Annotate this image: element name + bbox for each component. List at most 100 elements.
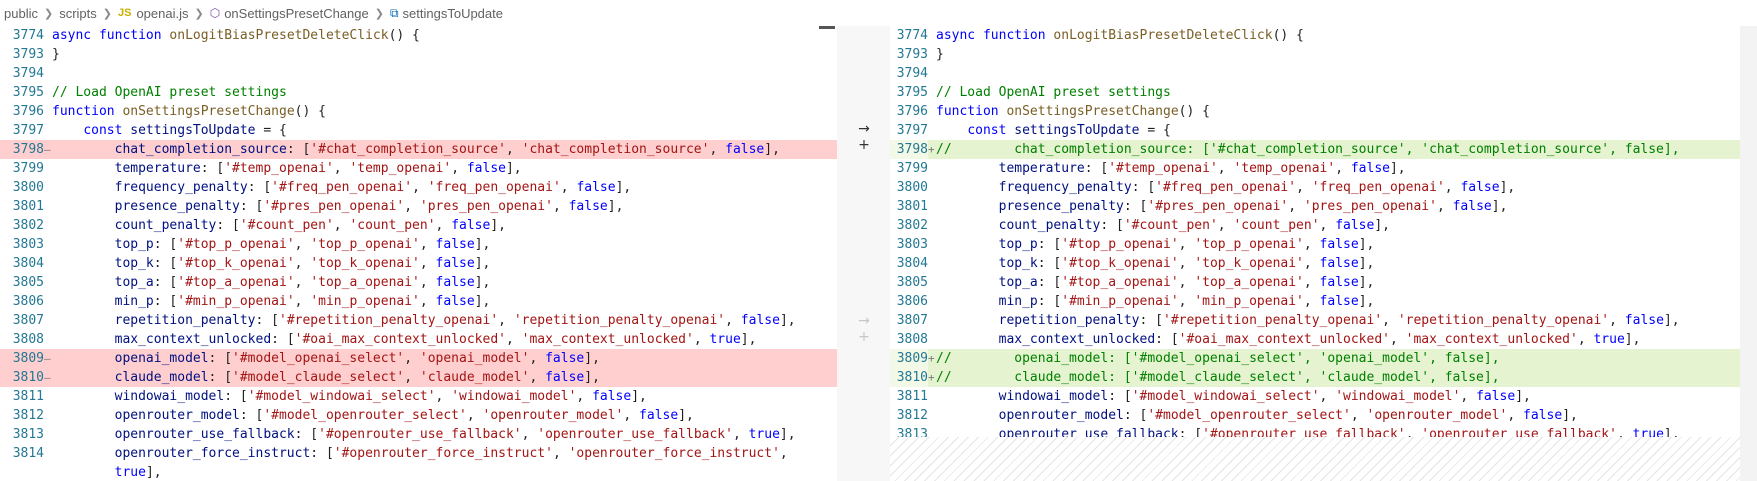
code-line[interactable]: true], xyxy=(0,463,837,481)
code-line[interactable]: 3801 presence_penalty: ['#pres_pen_opena… xyxy=(890,197,1757,216)
code-line[interactable]: 3802 count_penalty: ['#count_pen', 'coun… xyxy=(890,216,1757,235)
line-number: 3798 xyxy=(890,140,928,159)
code-line[interactable]: 3794 xyxy=(0,64,837,83)
code-text: const settingsToUpdate = { xyxy=(967,123,1171,138)
code-line[interactable]: 3800 frequency_penalty: ['#freq_pen_open… xyxy=(890,178,1757,197)
code-line[interactable]: 3804 top_k: ['#top_k_openai', 'top_k_ope… xyxy=(0,254,837,273)
code-line[interactable]: 3805 top_a: ['#top_a_openai', 'top_a_ope… xyxy=(0,273,837,292)
code-line[interactable]: 3804 top_k: ['#top_k_openai', 'top_k_ope… xyxy=(890,254,1757,273)
code-line[interactable]: 3800 frequency_penalty: ['#freq_pen_open… xyxy=(0,178,837,197)
line-number: 3795 xyxy=(896,85,928,100)
line-number: 3805 xyxy=(12,275,44,290)
code-line[interactable]: 3795 // Load OpenAI preset settings xyxy=(890,83,1757,102)
code-text: async function onLogitBiasPresetDeleteCl… xyxy=(936,28,1304,43)
code-line[interactable]: 3806 min_p: ['#min_p_openai', 'min_p_ope… xyxy=(890,292,1757,311)
line-number: 3810 xyxy=(12,370,44,385)
line-number: 3808 xyxy=(12,332,44,347)
code-text: windowai_model: ['#model_windowai_select… xyxy=(114,389,647,404)
added-code-line[interactable]: 3809 +// openai_model: ['#model_openai_se… xyxy=(890,349,1757,368)
code-line[interactable]: 3814 openrouter_force_instruct: ['#openr… xyxy=(0,444,837,463)
line-number: 3806 xyxy=(12,294,44,309)
code-line[interactable]: 3793} xyxy=(890,45,1757,64)
line-number: 3801 xyxy=(12,199,44,214)
code-text: async function onLogitBiasPresetDeleteCl… xyxy=(52,28,420,43)
code-line[interactable]: 3813 openrouter_use_fallback: ['#openrou… xyxy=(0,425,837,444)
code-text: // Load OpenAI preset settings xyxy=(936,85,1171,100)
code-line[interactable]: 3812 openrouter_model: ['#model_openrout… xyxy=(0,406,837,425)
chevron-right-icon: ❯ xyxy=(43,7,54,20)
added-code-line[interactable]: 3798 +// chat_completion_source: ['#chat_… xyxy=(890,140,1757,159)
code-line[interactable]: 3774 async function onLogitBiasPresetDele… xyxy=(890,26,1757,45)
code-line[interactable]: 3793} xyxy=(0,45,837,64)
code-line[interactable]: 3796 function onSettingsPresetChange() { xyxy=(0,102,837,121)
code-line[interactable]: 3807 repetition_penalty: ['#repetition_p… xyxy=(890,311,1757,330)
code-line[interactable]: 3811 windowai_model: ['#model_windowai_s… xyxy=(0,387,837,406)
code-line[interactable]: 3774 async function onLogitBiasPresetDele… xyxy=(0,26,837,45)
breadcrumb-item-function[interactable]: onSettingsPresetChange xyxy=(224,6,369,21)
breadcrumb-item-scripts[interactable]: scripts xyxy=(59,6,97,21)
code-text: openrouter_model: ['#model_openrouter_se… xyxy=(114,408,694,423)
line-number: 3812 xyxy=(12,408,44,423)
code-text: openrouter_model: ['#model_openrouter_se… xyxy=(998,408,1578,423)
stage-block-plus-icon[interactable]: + xyxy=(855,328,873,346)
line-number: 3804 xyxy=(12,256,44,271)
stage-block-plus-icon[interactable]: + xyxy=(855,136,873,154)
code-text: top_p: ['#top_p_openai', 'top_p_openai',… xyxy=(114,237,491,252)
code-line[interactable]: 3808 max_context_unlocked: ['#oai_max_co… xyxy=(0,330,837,349)
line-number: 3794 xyxy=(896,66,928,81)
code-text: frequency_penalty: ['#freq_pen_openai', … xyxy=(998,180,1516,195)
chevron-right-icon: ❯ xyxy=(102,7,112,20)
function-cube-icon: ⬡ xyxy=(209,6,221,20)
code-text: top_a: ['#top_a_openai', 'top_a_openai',… xyxy=(114,275,491,290)
code-line[interactable]: 3807 repetition_penalty: ['#repetition_p… xyxy=(0,311,837,330)
diff-original-pane[interactable]: 3774 async function onLogitBiasPresetDele… xyxy=(0,26,837,481)
removed-code-line[interactable]: 3809— openai_model: ['#model_openai_sele… xyxy=(0,349,837,368)
line-number: 3803 xyxy=(896,237,928,252)
code-line[interactable]: 3811 windowai_model: ['#model_windowai_s… xyxy=(890,387,1757,406)
line-number: 3809 xyxy=(890,349,928,368)
code-text: repetition_penalty: ['#repetition_penalt… xyxy=(114,313,796,328)
line-number: 3809 xyxy=(12,351,44,366)
javascript-file-icon: JS xyxy=(117,7,132,19)
code-text: openrouter_use_fallback: ['#openrouter_u… xyxy=(114,427,796,442)
breadcrumb-item-public[interactable]: public xyxy=(4,6,38,21)
added-code-line[interactable]: 3810 +// claude_model: ['#model_claude_se… xyxy=(890,368,1757,387)
line-number: 3794 xyxy=(12,66,44,81)
breadcrumb-item-file[interactable]: openai.js xyxy=(136,6,188,21)
code-text: temperature: ['#temp_openai', 'temp_open… xyxy=(998,161,1406,176)
code-line[interactable]: 3799 temperature: ['#temp_openai', 'temp… xyxy=(0,159,837,178)
line-number: 3800 xyxy=(12,180,44,195)
code-line[interactable]: 3796 function onSettingsPresetChange() { xyxy=(890,102,1757,121)
removed-code-line[interactable]: 3810— claude_model: ['#model_claude_sele… xyxy=(0,368,837,387)
code-line[interactable]: 3803 top_p: ['#top_p_openai', 'top_p_ope… xyxy=(0,235,837,254)
code-line[interactable]: 3801 presence_penalty: ['#pres_pen_opena… xyxy=(0,197,837,216)
code-line[interactable]: 3806 min_p: ['#min_p_openai', 'min_p_ope… xyxy=(0,292,837,311)
diff-modified-pane[interactable]: 3774 async function onLogitBiasPresetDele… xyxy=(890,26,1757,481)
breadcrumb-item-variable[interactable]: settingsToUpdate xyxy=(403,6,503,21)
code-line[interactable]: 3808 max_context_unlocked: ['#oai_max_co… xyxy=(890,330,1757,349)
code-text: true], xyxy=(114,465,162,480)
code-line[interactable]: 3803 top_p: ['#top_p_openai', 'top_p_ope… xyxy=(890,235,1757,254)
code-line[interactable]: 3812 openrouter_model: ['#model_openrout… xyxy=(890,406,1757,425)
code-line[interactable]: 3795 // Load OpenAI preset settings xyxy=(0,83,837,102)
code-text: max_context_unlocked: ['#oai_max_context… xyxy=(998,332,1641,347)
line-number: 3797 xyxy=(896,123,928,138)
code-text: count_penalty: ['#count_pen', 'count_pen… xyxy=(998,218,1390,233)
code-text: repetition_penalty: ['#repetition_penalt… xyxy=(998,313,1680,328)
line-number: 3804 xyxy=(896,256,928,271)
line-number: 3793 xyxy=(896,47,928,62)
code-line[interactable]: 3797 const settingsToUpdate = { xyxy=(0,121,837,140)
code-text: openai_model: ['#model_openai_select', '… xyxy=(114,351,600,366)
code-line[interactable]: 3805 top_a: ['#top_a_openai', 'top_a_ope… xyxy=(890,273,1757,292)
code-line[interactable]: 3794 xyxy=(890,64,1757,83)
line-number: 3799 xyxy=(12,161,44,176)
code-line[interactable]: 3802 count_penalty: ['#count_pen', 'coun… xyxy=(0,216,837,235)
vertical-scrollbar[interactable] xyxy=(1740,26,1757,481)
line-number: 3774 xyxy=(896,28,928,43)
line-number: 3795 xyxy=(12,85,44,100)
removed-code-line[interactable]: 3798— chat_completion_source: ['#chat_co… xyxy=(0,140,837,159)
code-line[interactable]: 3799 temperature: ['#temp_openai', 'temp… xyxy=(890,159,1757,178)
line-number: 3811 xyxy=(12,389,44,404)
code-line[interactable]: 3797 const settingsToUpdate = { xyxy=(890,121,1757,140)
line-number: 3797 xyxy=(12,123,44,138)
